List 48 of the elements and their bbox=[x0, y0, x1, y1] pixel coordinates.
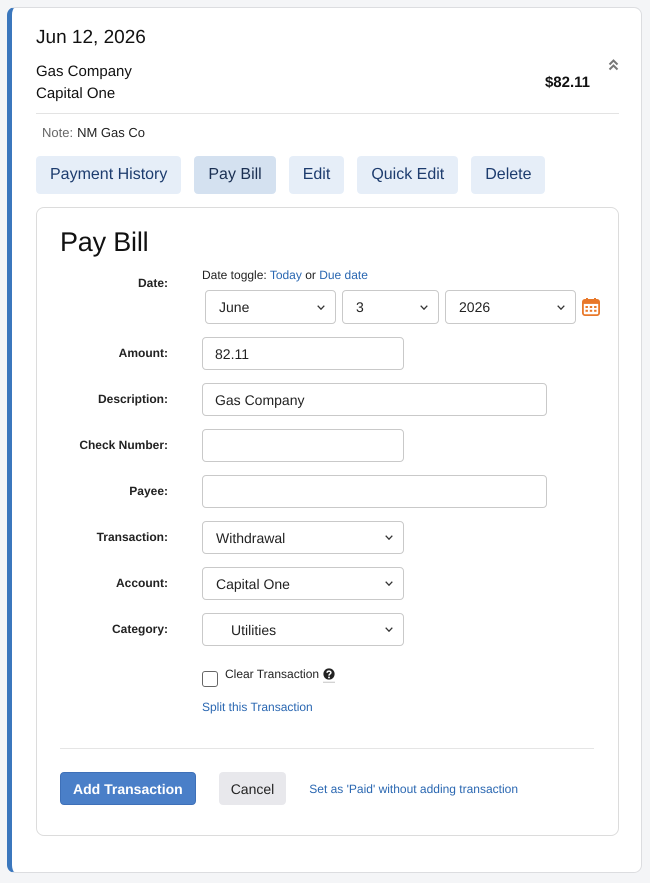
date-toggle-text: Date toggle: Today or Due date bbox=[202, 268, 369, 283]
bill-description: Gas Company bbox=[36, 62, 132, 82]
day-dropdown[interactable]: 3 bbox=[342, 290, 439, 324]
caret-icon bbox=[557, 304, 565, 310]
year-dropdown[interactable]: 2026 bbox=[445, 290, 576, 324]
calendar-icon[interactable] bbox=[582, 298, 600, 316]
bill-amount: $82.11 bbox=[544, 73, 590, 93]
caret-icon bbox=[385, 535, 393, 540]
bill-account: Capital One bbox=[36, 84, 116, 104]
field-label: Payee: bbox=[128, 484, 168, 499]
caret-icon bbox=[385, 581, 393, 586]
collapse-icon[interactable] bbox=[608, 59, 619, 71]
checkbox[interactable] bbox=[202, 671, 218, 687]
form-title: Pay Bill bbox=[60, 226, 150, 258]
field-label: Description: bbox=[96, 392, 168, 407]
note-text: NM Gas Co bbox=[77, 124, 145, 142]
dropdown[interactable]: Capital One bbox=[202, 567, 404, 600]
date-toggle-link[interactable]: Due date bbox=[319, 268, 368, 282]
dropdown[interactable]: Withdrawal bbox=[202, 521, 404, 554]
field-label: Amount: bbox=[118, 346, 168, 361]
checkbox-label: Clear Transaction bbox=[225, 667, 320, 682]
split-transaction-link[interactable]: Split this Transaction bbox=[202, 700, 313, 715]
text-input[interactable] bbox=[202, 475, 547, 508]
primary-button[interactable]: Add Transaction bbox=[60, 772, 196, 805]
caret-icon bbox=[420, 304, 428, 310]
date-toggle-link[interactable]: Today bbox=[270, 268, 302, 282]
action-button[interactable]: Edit bbox=[288, 156, 344, 194]
bill-date: Jun 12, 2026 bbox=[36, 26, 147, 50]
field-label: Date: bbox=[136, 275, 168, 291]
cancel-button[interactable]: Cancel bbox=[218, 772, 286, 805]
text-link[interactable]: Set as 'Paid' without adding transaction bbox=[309, 782, 518, 796]
caret-icon bbox=[385, 627, 393, 632]
text-input[interactable] bbox=[202, 429, 404, 462]
dropdown[interactable]: Utilities bbox=[202, 613, 404, 646]
note-label: Note: bbox=[42, 124, 74, 142]
field-label: Transaction: bbox=[96, 530, 168, 545]
action-button[interactable]: Pay Bill bbox=[194, 156, 276, 194]
action-button[interactable]: Quick Edit bbox=[357, 156, 458, 194]
month-dropdown[interactable]: June bbox=[205, 290, 336, 324]
help-icon[interactable] bbox=[323, 668, 336, 683]
action-button[interactable]: Delete bbox=[471, 156, 546, 194]
text-input[interactable]: 82.11 bbox=[202, 337, 404, 370]
action-button[interactable]: Payment History bbox=[36, 156, 182, 194]
field-label: Category: bbox=[110, 622, 168, 637]
field-label: Check Number: bbox=[78, 438, 168, 453]
field-label: Account: bbox=[115, 576, 168, 591]
text-input[interactable]: Gas Company bbox=[202, 383, 547, 416]
caret-icon bbox=[317, 304, 325, 310]
